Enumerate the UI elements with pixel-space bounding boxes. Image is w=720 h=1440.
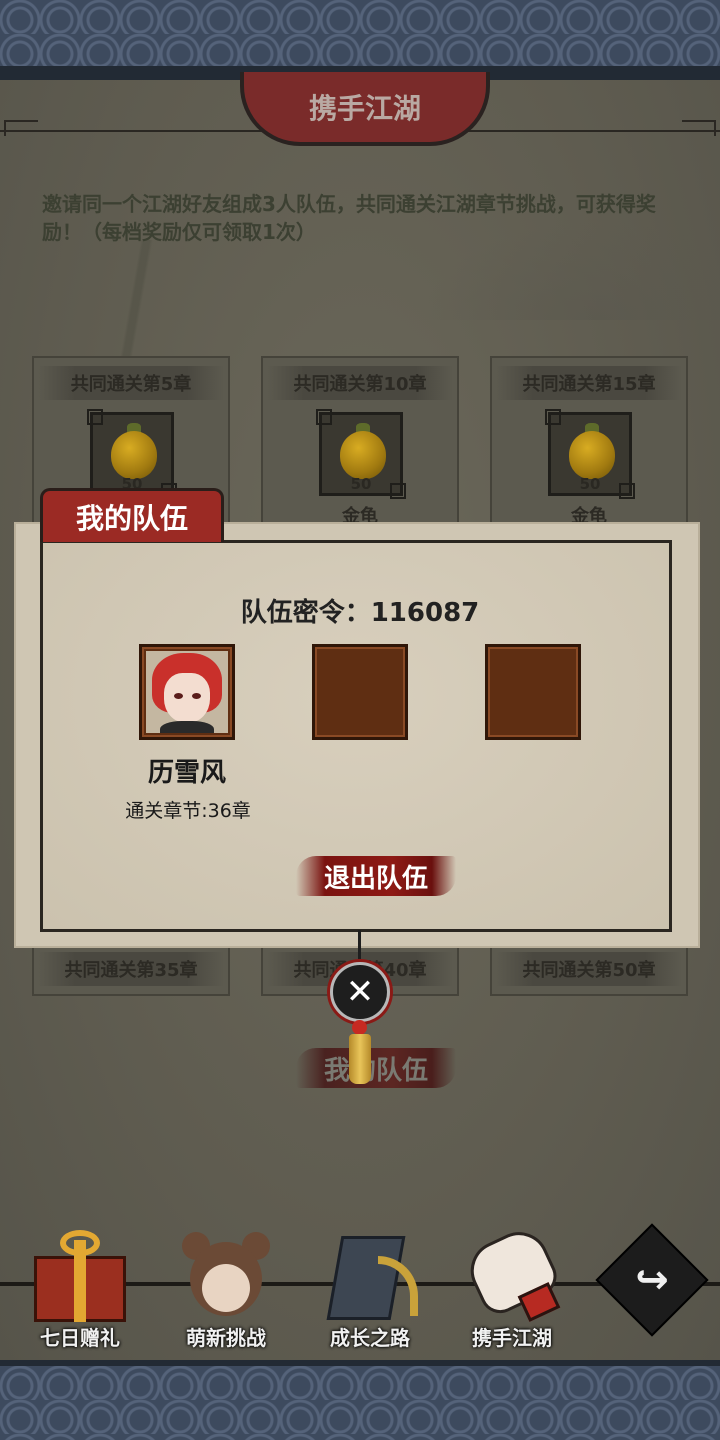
gold-gourd-icon: [340, 431, 386, 479]
my-team-button[interactable]: 我的队伍: [296, 1048, 456, 1088]
dialog-title: 我的队伍: [40, 488, 224, 542]
reward-item-slot[interactable]: 50: [545, 409, 635, 499]
avatar-eye: [192, 693, 201, 699]
nav-item-newbie-challenge[interactable]: 萌新挑战: [156, 1226, 296, 1356]
page-title: 携手江湖: [240, 72, 490, 146]
item-quantity: 50: [579, 475, 601, 493]
team-member-slot-3[interactable]: [485, 644, 581, 740]
team-member-slot-1[interactable]: [139, 644, 235, 740]
top-wave-decoration: [0, 0, 720, 68]
reward-card-title: 共同通关第50章: [496, 952, 682, 986]
bead-ornament: [352, 1020, 367, 1035]
reward-item-slot[interactable]: 50: [316, 409, 406, 499]
book-arrow-icon: [320, 1226, 420, 1326]
girl-avatar-icon: [176, 1226, 276, 1326]
member-progress: 通关章节:36章: [125, 800, 251, 822]
panel-corner-right: [682, 120, 716, 136]
close-button[interactable]: ✕: [330, 962, 390, 1022]
panel-corner-left: [4, 120, 38, 136]
nav-item-growth-road[interactable]: 成长之路: [300, 1226, 440, 1356]
avatar: [146, 651, 228, 733]
reward-item-slot[interactable]: 50: [87, 409, 177, 499]
nav-label: 七日赠礼: [40, 1326, 120, 1350]
exit-team-button[interactable]: 退出队伍: [296, 856, 456, 896]
avatar-eye: [174, 693, 183, 699]
team-code: 队伍密令：116087: [240, 598, 480, 628]
avatar-face: [164, 673, 210, 723]
nav-label: 携手江湖: [472, 1326, 552, 1350]
reward-card-title: 共同通关第35章: [38, 952, 224, 986]
reward-card-title: 共同通关第15章: [496, 366, 682, 400]
gold-gourd-icon: [111, 431, 157, 479]
close-icon: ✕: [345, 972, 375, 1012]
close-string: [358, 930, 361, 964]
handshake-icon: [460, 1222, 564, 1326]
reward-card-ch50[interactable]: 共同通关第50章: [490, 942, 688, 996]
reward-card-ch35[interactable]: 共同通关第35章: [32, 942, 230, 996]
member-name: 历雪风: [147, 758, 226, 788]
reward-card-title: 共同通关第10章: [267, 366, 453, 400]
reward-card-title: 共同通关第5章: [38, 366, 224, 400]
intro-text: 邀请同一个江湖好友组成3人队伍，共同通关江湖章节挑战，可获得奖励！（每档奖励仅可…: [42, 192, 656, 244]
nav-item-hand-in-hand[interactable]: 携手江湖: [442, 1222, 582, 1356]
tassel-ornament: [349, 1034, 371, 1084]
team-member-slot-2[interactable]: [312, 644, 408, 740]
nav-label: 成长之路: [330, 1326, 410, 1350]
gold-gourd-icon: [569, 431, 615, 479]
gift-box-icon: [30, 1226, 130, 1326]
item-quantity: 50: [350, 475, 372, 493]
avatar-body: [160, 721, 214, 733]
nav-item-seven-day-gift[interactable]: 七日赠礼: [10, 1226, 150, 1356]
bottom-wave-decoration: [0, 1366, 720, 1440]
share-arrow-icon[interactable]: ↪: [612, 1240, 692, 1320]
nav-label: 萌新挑战: [186, 1326, 266, 1350]
